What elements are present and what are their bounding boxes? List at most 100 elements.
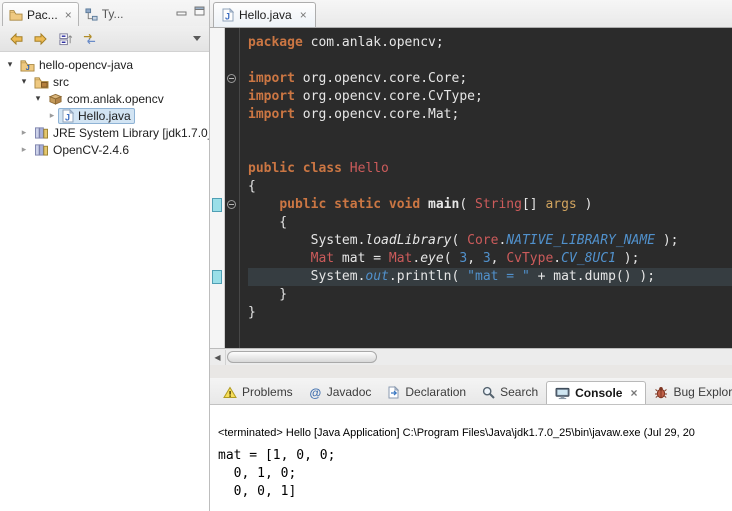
tree-item-jre-system-library-jdk1-7-0-25-[interactable]: ▸JRE System Library [jdk1.7.0_25] <box>0 124 209 141</box>
fold-collapse-icon[interactable] <box>227 200 236 209</box>
code-token: org.opencv.core.Mat; <box>295 107 459 122</box>
expand-arrow-icon[interactable]: ▸ <box>46 111 58 121</box>
java-file-icon: J <box>62 109 74 123</box>
occurrence-marker[interactable] <box>212 198 222 212</box>
scrollbar-thumb[interactable] <box>227 351 377 363</box>
code-line[interactable] <box>248 52 732 70</box>
code-line[interactable]: { <box>248 178 732 196</box>
code-token: eye <box>420 251 443 266</box>
close-icon[interactable]: × <box>300 9 307 21</box>
code-line[interactable] <box>248 142 732 160</box>
fold-collapse-icon[interactable] <box>227 74 236 83</box>
console-tab-bug-explorer[interactable]: Bug Explorer <box>646 380 732 404</box>
code-token: ); <box>655 233 678 248</box>
tree-item-target[interactable]: JHello.java <box>58 108 135 124</box>
code-line[interactable]: public static void main( String[] args ) <box>248 196 732 214</box>
code-line[interactable]: Mat mat = Mat.eye( 3, 3, CvType.CV_8UC1 … <box>248 250 732 268</box>
code-line[interactable]: import org.opencv.core.Core; <box>248 70 732 88</box>
tree-item-hello-java[interactable]: ▸JHello.java <box>0 107 209 124</box>
console-panel: Problems@JavadocDeclaration Search Console… <box>210 378 732 511</box>
package-explorer-panel: Pac...×Ty... ▾Jhello-opencv-java▾src▾com… <box>0 0 210 511</box>
console-tab-problems[interactable]: Problems <box>215 380 301 404</box>
code-line[interactable]: import org.opencv.core.CvType; <box>248 88 732 106</box>
sidebar-toolbar <box>0 26 209 52</box>
tree-item-label: hello-opencv-java <box>39 58 133 72</box>
fold-gutter[interactable] <box>225 28 240 348</box>
collapse-arrow-icon[interactable]: ▾ <box>18 77 30 87</box>
code-token: com.anlak.opencv; <box>303 35 444 50</box>
code-token: main <box>428 197 459 212</box>
forward-button[interactable] <box>33 32 49 46</box>
code-token: CvType <box>506 251 553 266</box>
maximize-icon[interactable] <box>194 6 205 16</box>
console-icon <box>555 387 570 400</box>
library-icon <box>34 126 49 139</box>
code-token <box>342 161 350 176</box>
code-line[interactable]: } <box>248 286 732 304</box>
tree-item-target[interactable]: Jhello-opencv-java <box>16 57 137 73</box>
code-token: import <box>248 71 295 86</box>
code-token: args <box>545 197 576 212</box>
code-token: loadLibrary <box>365 233 451 248</box>
close-icon[interactable]: × <box>630 387 637 399</box>
package-explorer-icon <box>9 8 23 21</box>
code-token: . <box>553 251 561 266</box>
tree-item-label: OpenCV-2.4.6 <box>53 143 129 157</box>
code-line[interactable]: System.loadLibrary( Core.NATIVE_LIBRARY_… <box>248 232 732 250</box>
console-tab-search[interactable]: Search <box>474 380 546 404</box>
code-area[interactable]: package com.anlak.opencv; import org.open… <box>240 28 732 348</box>
code-line[interactable]: public class Hello <box>248 160 732 178</box>
code-token: org.opencv.core.Core; <box>295 71 467 86</box>
horizontal-scrollbar[interactable]: ◀ <box>210 348 732 365</box>
code-token: ) <box>577 197 593 212</box>
back-button[interactable] <box>8 32 24 46</box>
source-folder-icon <box>34 75 49 89</box>
tab-label: Search <box>500 385 538 399</box>
tree-item-opencv-2-4-6[interactable]: ▸ OpenCV-2.4.6 <box>0 141 209 158</box>
code-line[interactable]: package com.anlak.opencv; <box>248 34 732 52</box>
collapse-arrow-icon[interactable]: ▾ <box>32 94 44 104</box>
tab-label: Console <box>575 386 622 400</box>
tree-item-hello-opencv-java[interactable]: ▾Jhello-opencv-java <box>0 56 209 73</box>
code-token: + mat.dump() ); <box>530 269 655 284</box>
expand-arrow-icon[interactable]: ▸ <box>18 128 30 138</box>
tree-item-target[interactable]: JRE System Library [jdk1.7.0_25] <box>30 125 209 141</box>
console-tab-javadoc[interactable]: @Javadoc <box>301 380 380 404</box>
code-line[interactable]: import org.opencv.core.Mat; <box>248 106 732 124</box>
tree-item-target[interactable]: src <box>30 74 73 90</box>
code-token: } <box>248 287 287 302</box>
code-token <box>420 197 428 212</box>
tree-item-com-anlak-opencv[interactable]: ▾com.anlak.opencv <box>0 90 209 107</box>
scroll-left-arrow-icon[interactable]: ◀ <box>210 350 226 365</box>
view-menu-button[interactable] <box>193 36 201 41</box>
annotation-ruler[interactable] <box>210 28 225 348</box>
minimize-icon[interactable] <box>176 6 187 16</box>
console-tab-declaration[interactable]: Declaration <box>379 380 474 404</box>
code-token: mat = <box>334 251 389 266</box>
code-token: Mat <box>389 251 412 266</box>
occurrence-marker[interactable] <box>212 270 222 284</box>
code-token: { <box>248 179 256 194</box>
tree-item-target[interactable]: OpenCV-2.4.6 <box>30 142 133 158</box>
console-content[interactable]: <terminated> Hello [Java Application] C:… <box>210 405 732 501</box>
sidebar-tab-ty[interactable]: Ty... <box>79 2 130 26</box>
code-token: Mat <box>311 251 334 266</box>
eclipse-window: Pac...×Ty... ▾Jhello-opencv-java▾src▾com… <box>0 0 732 511</box>
code-token: NATIVE_LIBRARY_NAME <box>506 233 655 248</box>
code-line[interactable]: } <box>248 304 732 322</box>
collapse-arrow-icon[interactable]: ▾ <box>4 60 16 70</box>
console-tab-console[interactable]: Console × <box>546 381 646 405</box>
code-line[interactable]: System.out.println( "mat = " + mat.dump(… <box>248 268 732 286</box>
tree-item-target[interactable]: com.anlak.opencv <box>44 91 168 107</box>
sidebar-tab-pac[interactable]: Pac...× <box>2 2 79 26</box>
package-icon <box>48 92 63 105</box>
editor-tab-hello-java[interactable]: J Hello.java × <box>213 2 316 27</box>
collapse-all-button[interactable] <box>58 32 73 46</box>
console-output: mat = [1, 0, 0; 0, 1, 0; 0, 0, 1] <box>218 447 732 501</box>
close-icon[interactable]: × <box>65 9 72 21</box>
expand-arrow-icon[interactable]: ▸ <box>18 145 30 155</box>
link-with-editor-button[interactable] <box>82 32 97 46</box>
tree-item-src[interactable]: ▾src <box>0 73 209 90</box>
code-line[interactable] <box>248 124 732 142</box>
code-line[interactable]: { <box>248 214 732 232</box>
